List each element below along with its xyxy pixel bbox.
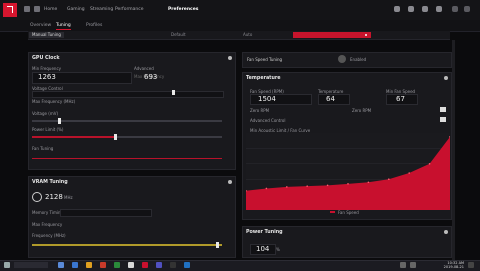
advanced-control-label: Advanced Control bbox=[250, 118, 286, 123]
power-limit-track bbox=[114, 136, 222, 138]
fan-curve-point[interactable] bbox=[265, 187, 268, 190]
fan-curve-point[interactable] bbox=[326, 184, 329, 187]
fan-toggle[interactable] bbox=[338, 55, 346, 63]
power-limit-slider[interactable] bbox=[32, 136, 114, 138]
voltage-label: Voltage (mV) bbox=[32, 111, 59, 116]
settings-icon[interactable] bbox=[422, 6, 428, 12]
chart-legend-swatch bbox=[330, 211, 335, 213]
voltage-control-field[interactable] bbox=[32, 91, 224, 98]
chrome-icon[interactable] bbox=[100, 262, 106, 268]
bug-icon[interactable] bbox=[394, 6, 400, 12]
fan-curve-point[interactable] bbox=[306, 185, 308, 187]
fan-speed-tuning-label: Fan Speed Tuning bbox=[247, 57, 283, 62]
subtab-profiles[interactable]: Profiles bbox=[86, 22, 102, 29]
power-panel-title: Power Tuning bbox=[246, 230, 283, 235]
panel-options-icon[interactable] bbox=[228, 56, 232, 60]
max-frequency-label: Max Frequency (MHz) bbox=[32, 99, 76, 104]
taskbar-clock[interactable]: 10:32 AM 2019-08-21 bbox=[424, 261, 464, 269]
fan-curve-point[interactable] bbox=[388, 178, 390, 180]
advanced-control-toggle[interactable] bbox=[440, 117, 446, 122]
amd-logo bbox=[3, 3, 17, 17]
subtab-tuning[interactable]: Tuning bbox=[56, 22, 71, 30]
close-icon[interactable] bbox=[464, 6, 470, 12]
tab-streaming[interactable]: Streaming bbox=[90, 6, 114, 14]
fan-options-icon[interactable] bbox=[444, 76, 448, 80]
edge-icon[interactable] bbox=[72, 262, 78, 268]
start-icon[interactable] bbox=[4, 262, 10, 268]
steam-icon[interactable] bbox=[170, 262, 176, 268]
vram-options-icon[interactable] bbox=[228, 180, 232, 184]
vram-unit: MHz bbox=[64, 195, 73, 200]
amd-taskbar-icon[interactable] bbox=[142, 262, 148, 268]
min-fan-speed-value: 67 bbox=[396, 95, 405, 103]
tab-preferences[interactable]: Preferences bbox=[168, 6, 204, 14]
tab-gaming[interactable]: Gaming bbox=[67, 6, 89, 14]
tuning-toolbar bbox=[28, 31, 450, 40]
scrollbar[interactable] bbox=[452, 40, 455, 260]
fan-curve-point[interactable] bbox=[449, 136, 450, 138]
app-icon[interactable] bbox=[128, 262, 134, 268]
taskview-icon[interactable] bbox=[58, 262, 64, 268]
fan-speed-value: 1504 bbox=[258, 95, 276, 103]
voltage-slider-handle[interactable] bbox=[58, 118, 61, 124]
apply-changes-button[interactable] bbox=[293, 32, 371, 38]
gpu-min-value: 1263 bbox=[38, 73, 56, 81]
temperature-value: 64 bbox=[326, 95, 335, 103]
store-icon[interactable] bbox=[114, 262, 120, 268]
fan-curve-area bbox=[246, 136, 450, 210]
gpu-advanced-label: Advanced bbox=[134, 66, 154, 71]
mail-icon[interactable] bbox=[184, 262, 190, 268]
voltage-control-handle[interactable] bbox=[172, 90, 175, 95]
fan-curve-point[interactable] bbox=[367, 181, 370, 184]
vram-frequency-handle[interactable] bbox=[216, 242, 219, 248]
notification-icon[interactable] bbox=[408, 6, 414, 12]
network-icon[interactable] bbox=[400, 262, 406, 268]
auto-label: Auto bbox=[243, 32, 253, 37]
manual-tuning-button[interactable]: Manual Tuning bbox=[29, 32, 64, 38]
fan-curve-point[interactable] bbox=[286, 186, 288, 188]
memory-timing-label: Memory Timing bbox=[32, 210, 64, 215]
vram-gauge-icon bbox=[32, 192, 42, 202]
power-unit: % bbox=[276, 247, 280, 252]
user-icon[interactable] bbox=[436, 6, 442, 12]
fan-curve-point[interactable] bbox=[428, 163, 431, 165]
subtab-overview[interactable]: Overview bbox=[30, 22, 51, 29]
vram-max-frequency-label: Max Frequency bbox=[32, 222, 63, 227]
explorer-icon[interactable] bbox=[86, 262, 92, 268]
memory-timing-select[interactable] bbox=[60, 209, 152, 217]
gpu-panel-title: GPU Clock bbox=[32, 56, 60, 61]
back-icon[interactable] bbox=[24, 6, 30, 12]
volume-icon[interactable] bbox=[410, 262, 416, 268]
fan-panel-title: Temperature bbox=[246, 76, 281, 81]
gpu-min-label: Min Frequency bbox=[32, 66, 62, 71]
power-value: 104 bbox=[256, 245, 270, 253]
power-options-icon[interactable] bbox=[444, 230, 448, 234]
gpu-max-value: 693 bbox=[144, 73, 158, 81]
discord-icon[interactable] bbox=[156, 262, 162, 268]
fan-tuning-slider[interactable] bbox=[32, 158, 222, 159]
taskbar-search[interactable] bbox=[14, 262, 48, 268]
minimize-icon[interactable] bbox=[452, 6, 458, 12]
tab-performance[interactable]: Performance bbox=[115, 6, 161, 14]
vram-value: 2128 bbox=[45, 193, 63, 201]
fan-curve-point[interactable] bbox=[408, 172, 410, 174]
home-icon[interactable] bbox=[34, 6, 40, 12]
fan-tuning-label: Fan Tuning bbox=[32, 146, 54, 151]
power-limit-label: Power Limit (%) bbox=[32, 127, 64, 132]
fan-curve-point[interactable] bbox=[347, 183, 349, 185]
fan-toggle-label: Enabled bbox=[350, 57, 367, 62]
chart-legend-label: Fan Speed bbox=[338, 210, 359, 215]
vram-panel-title: VRAM Tuning bbox=[32, 180, 68, 185]
default-label: Default bbox=[171, 32, 186, 37]
notification-center-icon[interactable] bbox=[468, 262, 474, 268]
vram-frequency-label: Frequency (MHz) bbox=[32, 233, 66, 238]
fan-sub-label: Zero RPM bbox=[352, 108, 372, 113]
fan-curve-chart[interactable] bbox=[246, 133, 450, 210]
tab-home[interactable]: Home bbox=[44, 6, 68, 14]
zero-rpm-toggle[interactable] bbox=[440, 107, 446, 112]
clock-date: 2019-08-21 bbox=[443, 265, 464, 269]
zero-rpm-label: Zero RPM bbox=[250, 108, 270, 113]
vram-frequency-slider[interactable] bbox=[32, 244, 222, 246]
power-limit-handle[interactable] bbox=[114, 134, 117, 140]
